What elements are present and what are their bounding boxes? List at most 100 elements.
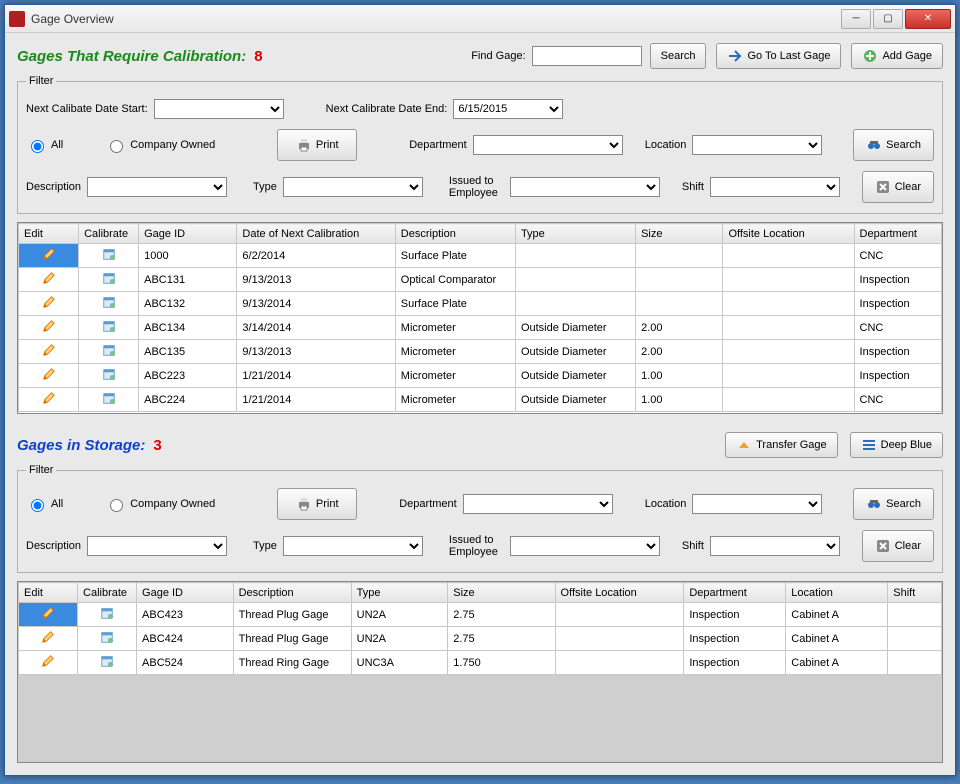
filter2-search-button[interactable]: Search bbox=[853, 488, 934, 520]
printer-icon bbox=[296, 496, 312, 512]
close-button[interactable]: ✕ bbox=[905, 9, 951, 29]
find-gage-search-button[interactable]: Search bbox=[650, 43, 707, 69]
column-header[interactable]: Edit bbox=[19, 583, 78, 603]
minimize-button[interactable]: ─ bbox=[841, 9, 871, 29]
filter2-company-radio-input[interactable] bbox=[110, 499, 123, 512]
calibrate-cell[interactable] bbox=[79, 340, 139, 364]
calibrate-cell[interactable] bbox=[79, 292, 139, 316]
table-row[interactable]: ABC1343/14/2014MicrometerOutside Diamete… bbox=[19, 316, 942, 340]
table-row[interactable]: ABC1329/13/2014Surface PlateInspection bbox=[19, 292, 942, 316]
column-header[interactable]: Calibrate bbox=[78, 583, 137, 603]
department-select[interactable] bbox=[473, 135, 623, 155]
cell-date: 3/14/2014 bbox=[237, 316, 395, 340]
start-date-select[interactable] bbox=[154, 99, 284, 119]
window-title: Gage Overview bbox=[31, 12, 841, 26]
edit-cell[interactable] bbox=[19, 651, 78, 675]
column-header[interactable]: Gage ID bbox=[137, 583, 234, 603]
type-select[interactable] bbox=[283, 177, 423, 197]
calibration-table[interactable]: EditCalibrateGage IDDate of Next Calibra… bbox=[18, 223, 942, 412]
add-gage-button[interactable]: Add Gage bbox=[851, 43, 943, 69]
description-select[interactable] bbox=[87, 177, 227, 197]
table-row[interactable]: ABC2231/21/2014MicrometerOutside Diamete… bbox=[19, 364, 942, 388]
edit-cell[interactable] bbox=[19, 603, 78, 627]
print-button[interactable]: Print bbox=[277, 129, 357, 161]
filter-company-radio-input[interactable] bbox=[110, 140, 123, 153]
edit-cell[interactable] bbox=[19, 292, 79, 316]
filter-company-radio[interactable]: Company Owned bbox=[105, 137, 215, 153]
print2-button[interactable]: Print bbox=[277, 488, 357, 520]
calibrate-cell[interactable] bbox=[79, 244, 139, 268]
issued-to-select[interactable] bbox=[510, 177, 660, 197]
storage-table[interactable]: EditCalibrateGage IDDescriptionTypeSizeO… bbox=[18, 582, 942, 675]
column-header[interactable]: Location bbox=[786, 583, 888, 603]
filter2-clear-button[interactable]: Clear bbox=[862, 530, 934, 562]
column-header[interactable]: Description bbox=[395, 224, 515, 244]
filter-clear-button[interactable]: Clear bbox=[862, 171, 934, 203]
end-date-select[interactable]: 6/15/2015 bbox=[453, 99, 563, 119]
calibrate-cell[interactable] bbox=[79, 316, 139, 340]
column-header[interactable]: Shift bbox=[888, 583, 942, 603]
shift2-select[interactable] bbox=[710, 536, 840, 556]
department2-select[interactable] bbox=[463, 494, 613, 514]
filter-all-radio[interactable]: All bbox=[26, 137, 63, 153]
calibration-grid: EditCalibrateGage IDDate of Next Calibra… bbox=[17, 222, 943, 414]
location-select[interactable] bbox=[692, 135, 822, 155]
calibrate-cell[interactable] bbox=[79, 268, 139, 292]
calibrate-cell[interactable] bbox=[78, 627, 137, 651]
column-header[interactable]: Date of Next Calibration bbox=[237, 224, 395, 244]
edit-cell[interactable] bbox=[19, 627, 78, 651]
table-row[interactable]: ABC2241/21/2014MicrometerOutside Diamete… bbox=[19, 388, 942, 412]
type2-select[interactable] bbox=[283, 536, 423, 556]
column-header[interactable]: Offsite Location bbox=[555, 583, 684, 603]
transfer-gage-button[interactable]: Transfer Gage bbox=[725, 432, 838, 458]
column-header[interactable]: Edit bbox=[19, 224, 79, 244]
cell-id: ABC224 bbox=[139, 388, 237, 412]
edit-cell[interactable] bbox=[19, 316, 79, 340]
cell-id: ABC223 bbox=[139, 364, 237, 388]
cell-desc: Thread Plug Gage bbox=[233, 627, 351, 651]
table-row[interactable]: ABC1319/13/2013Optical ComparatorInspect… bbox=[19, 268, 942, 292]
cell-dept: CNC bbox=[854, 244, 941, 268]
filter-all-radio-input[interactable] bbox=[31, 140, 44, 153]
column-header[interactable]: Type bbox=[351, 583, 448, 603]
table-row[interactable]: ABC424Thread Plug GageUN2A2.75Inspection… bbox=[19, 627, 942, 651]
cell-dept: Inspection bbox=[684, 651, 786, 675]
edit-cell[interactable] bbox=[19, 340, 79, 364]
calibrate-cell[interactable] bbox=[78, 651, 137, 675]
edit-cell[interactable] bbox=[19, 364, 79, 388]
issued-to2-select[interactable] bbox=[510, 536, 660, 556]
edit-cell[interactable] bbox=[19, 268, 79, 292]
maximize-button[interactable]: ▢ bbox=[873, 9, 903, 29]
goto-last-gage-button[interactable]: Go To Last Gage bbox=[716, 43, 841, 69]
edit-cell[interactable] bbox=[19, 388, 79, 412]
filter2-all-radio[interactable]: All bbox=[26, 496, 63, 512]
column-header[interactable]: Offsite Location bbox=[723, 224, 854, 244]
section2-header: Gages in Storage: 3 Transfer Gage Deep B… bbox=[17, 432, 943, 458]
column-header[interactable]: Department bbox=[854, 224, 941, 244]
column-header[interactable]: Size bbox=[636, 224, 723, 244]
column-header[interactable]: Type bbox=[515, 224, 635, 244]
column-header[interactable]: Calibrate bbox=[79, 224, 139, 244]
table-row[interactable]: ABC423Thread Plug GageUN2A2.75Inspection… bbox=[19, 603, 942, 627]
filter-search-button[interactable]: Search bbox=[853, 129, 934, 161]
column-header[interactable]: Size bbox=[448, 583, 555, 603]
calibrate-cell[interactable] bbox=[79, 364, 139, 388]
column-header[interactable]: Gage ID bbox=[139, 224, 237, 244]
filter2-company-radio[interactable]: Company Owned bbox=[105, 496, 215, 512]
location2-select[interactable] bbox=[692, 494, 822, 514]
find-gage-input[interactable] bbox=[532, 46, 642, 66]
table-row[interactable]: ABC1359/13/2013MicrometerOutside Diamete… bbox=[19, 340, 942, 364]
table-row[interactable]: ABC524Thread Ring GageUNC3A1.750Inspecti… bbox=[19, 651, 942, 675]
table-row[interactable]: 10006/2/2014Surface PlateCNC bbox=[19, 244, 942, 268]
location-label: Location bbox=[645, 139, 687, 151]
calibrate-cell[interactable] bbox=[78, 603, 137, 627]
calibrate-cell[interactable] bbox=[79, 388, 139, 412]
shift-select[interactable] bbox=[710, 177, 840, 197]
clear-icon bbox=[875, 179, 891, 195]
column-header[interactable]: Department bbox=[684, 583, 786, 603]
column-header[interactable]: Description bbox=[233, 583, 351, 603]
edit-cell[interactable] bbox=[19, 244, 79, 268]
deep-blue-button[interactable]: Deep Blue bbox=[850, 432, 943, 458]
description2-select[interactable] bbox=[87, 536, 227, 556]
filter2-all-radio-input[interactable] bbox=[31, 499, 44, 512]
